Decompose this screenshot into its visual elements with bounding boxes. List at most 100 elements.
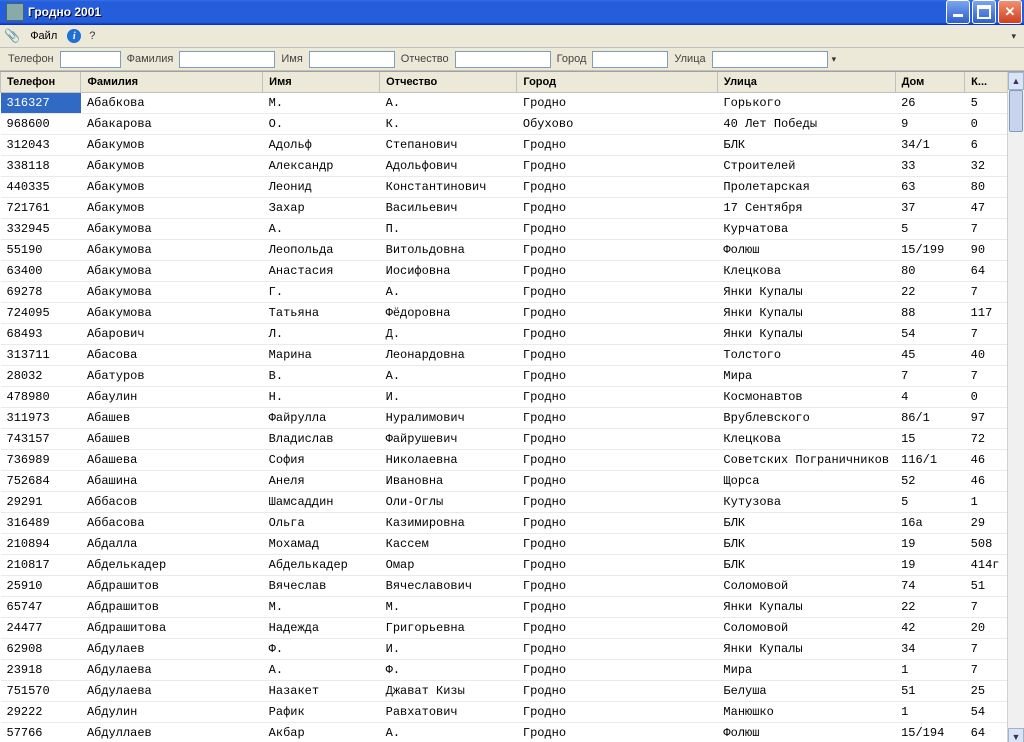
table-row[interactable]: 736989АбашеваСофияНиколаевнаГродноСоветс… [1, 450, 1024, 471]
cell-house: 22 [895, 282, 965, 303]
cell-phone: 751570 [1, 681, 81, 702]
cell-phone: 24477 [1, 618, 81, 639]
minimize-button[interactable] [946, 0, 970, 24]
filter-firstname-input[interactable] [309, 51, 395, 68]
filter-street-input[interactable] [712, 51, 828, 68]
table-row[interactable]: 316327АбабковаМ.А.ГродноГорького265 [1, 93, 1024, 114]
toolbar-options-caret[interactable]: ▾ [1007, 31, 1020, 42]
table-row[interactable]: 440335АбакумовЛеонидКонстантиновичГродно… [1, 177, 1024, 198]
cell-house: 1 [895, 702, 965, 723]
filter-patronymic-input[interactable] [455, 51, 551, 68]
filter-city-input[interactable] [592, 51, 668, 68]
cell-street: Кутузова [717, 492, 895, 513]
table-row[interactable]: 57766АбдуллаевАкбарА.ГродноФолюш15/19464 [1, 723, 1024, 742]
cell-phone: 23918 [1, 660, 81, 681]
cell-city: Гродно [517, 639, 718, 660]
cell-city: Гродно [517, 471, 718, 492]
col-header-phone[interactable]: Телефон [1, 72, 81, 93]
table-row[interactable]: 338118АбакумовАлександрАдольфовичГродноС… [1, 156, 1024, 177]
table-row[interactable]: 65747АбдрашитовМ.М.ГродноЯнки Купалы227 [1, 597, 1024, 618]
menu-help[interactable]: ? [85, 30, 99, 42]
cell-surname: Абакумов [81, 156, 263, 177]
cell-surname: Абабкова [81, 93, 263, 114]
data-grid: Телефон Фамилия Имя Отчество Город Улица… [0, 71, 1024, 742]
table-row[interactable]: 316489АббасоваОльгаКазимировнаГродноБЛК1… [1, 513, 1024, 534]
table-row[interactable]: 69278АбакумоваГ.А.ГродноЯнки Купалы227 [1, 282, 1024, 303]
cell-phone: 312043 [1, 135, 81, 156]
menu-file[interactable]: Файл [24, 28, 63, 44]
scrollbar-thumb[interactable] [1009, 90, 1023, 132]
col-header-surname[interactable]: Фамилия [81, 72, 263, 93]
col-header-patronymic[interactable]: Отчество [380, 72, 517, 93]
cell-patronymic: Нуралимович [380, 408, 517, 429]
table-row[interactable]: 312043АбакумовАдольфСтепановичГродноБЛК3… [1, 135, 1024, 156]
table-row[interactable]: 743157АбашевВладиславФайрушевичГродноКле… [1, 429, 1024, 450]
cell-city: Гродно [517, 597, 718, 618]
attachment-icon[interactable]: 📎 [4, 28, 20, 44]
cell-firstname: Г. [263, 282, 380, 303]
cell-firstname: Владислав [263, 429, 380, 450]
cell-house: 19 [895, 534, 965, 555]
col-header-street[interactable]: Улица [717, 72, 895, 93]
cell-surname: Абакумов [81, 177, 263, 198]
cell-firstname: Вячеслав [263, 576, 380, 597]
scroll-down-arrow-icon[interactable]: ▼ [1008, 728, 1024, 742]
cell-phone: 28032 [1, 366, 81, 387]
table-row[interactable]: 28032АбатуровВ.А.ГродноМира77 [1, 366, 1024, 387]
table-row[interactable]: 63400АбакумоваАнастасияИосифовнаГродноКл… [1, 261, 1024, 282]
cell-house: 86/1 [895, 408, 965, 429]
cell-firstname: Файрулла [263, 408, 380, 429]
table-row[interactable]: 25910АбдрашитовВячеславВячеславовичГродн… [1, 576, 1024, 597]
table-row[interactable]: 29222АбдулинРафикРавхатовичГродноМанюшко… [1, 702, 1024, 723]
table-row[interactable]: 68493АбаровичЛ.Д.ГродноЯнки Купалы547 [1, 324, 1024, 345]
cell-phone: 721761 [1, 198, 81, 219]
scroll-up-arrow-icon[interactable]: ▲ [1008, 72, 1024, 90]
table-row[interactable]: 751570АбдулаеваНазакетДжават КизыГродноБ… [1, 681, 1024, 702]
filter-dropdown-caret[interactable]: ▾ [830, 54, 839, 65]
table-row[interactable]: 29291АббасовШамсаддинОли-ОглыГродноКутуз… [1, 492, 1024, 513]
filter-phone-input[interactable] [60, 51, 121, 68]
cell-surname: Абакумов [81, 135, 263, 156]
cell-city: Гродно [517, 240, 718, 261]
cell-city: Гродно [517, 618, 718, 639]
cell-patronymic: Николаевна [380, 450, 517, 471]
cell-phone: 743157 [1, 429, 81, 450]
table-row[interactable]: 724095АбакумоваТатьянаФёдоровнаГродноЯнк… [1, 303, 1024, 324]
table-row[interactable]: 311973АбашевФайруллаНуралимовичГродноВру… [1, 408, 1024, 429]
filterbar: Телефон Фамилия Имя Отчество Город Улица… [0, 48, 1024, 71]
table-row[interactable]: 332945АбакумоваА.П.ГродноКурчатова57 [1, 219, 1024, 240]
cell-phone: 57766 [1, 723, 81, 742]
vertical-scrollbar[interactable]: ▲ ▼ [1007, 72, 1024, 742]
table-row[interactable]: 55190АбакумоваЛеопольдаВитольдовнаГродно… [1, 240, 1024, 261]
cell-street: Пролетарская [717, 177, 895, 198]
minimize-icon [953, 14, 963, 17]
table-row[interactable]: 721761АбакумовЗахарВасильевичГродно17 Се… [1, 198, 1024, 219]
data-table: Телефон Фамилия Имя Отчество Город Улица… [0, 72, 1024, 742]
cell-house: 34/1 [895, 135, 965, 156]
cell-house: 9 [895, 114, 965, 135]
cell-street: 40 Лет Победы [717, 114, 895, 135]
col-header-city[interactable]: Город [517, 72, 718, 93]
table-row[interactable]: 478980АбаулинН.И.ГродноКосмонавтов40 [1, 387, 1024, 408]
table-row[interactable]: 24477АбдрашитоваНадеждаГригорьевнаГродно… [1, 618, 1024, 639]
table-row[interactable]: 210894АбдаллаМохамадКассемГродноБЛК19508 [1, 534, 1024, 555]
close-button[interactable]: ✕ [998, 0, 1022, 24]
maximize-button[interactable] [972, 0, 996, 24]
table-row[interactable]: 313711АбасоваМаринаЛеонардовнаГродноТолс… [1, 345, 1024, 366]
table-row[interactable]: 23918АбдулаеваА.Ф.ГродноМира17 [1, 660, 1024, 681]
table-row[interactable]: 62908АбдулаевФ.И.ГродноЯнки Купалы347 [1, 639, 1024, 660]
table-row[interactable]: 210817АбделькадерАбделькадерОмарГродноБЛ… [1, 555, 1024, 576]
cell-patronymic: А. [380, 723, 517, 742]
col-header-firstname[interactable]: Имя [263, 72, 380, 93]
cell-patronymic: Адольфович [380, 156, 517, 177]
cell-city: Гродно [517, 156, 718, 177]
cell-surname: Абакумова [81, 303, 263, 324]
cell-patronymic: Вячеславович [380, 576, 517, 597]
cell-surname: Абашина [81, 471, 263, 492]
info-icon[interactable]: i [67, 29, 81, 43]
cell-patronymic: Равхатович [380, 702, 517, 723]
filter-surname-input[interactable] [179, 51, 275, 68]
table-row[interactable]: 968600АбакароваО.К.Обухово40 Лет Победы9… [1, 114, 1024, 135]
table-row[interactable]: 752684АбашинаАнеляИвановнаГродноЩорса524… [1, 471, 1024, 492]
col-header-house[interactable]: Дом [895, 72, 965, 93]
